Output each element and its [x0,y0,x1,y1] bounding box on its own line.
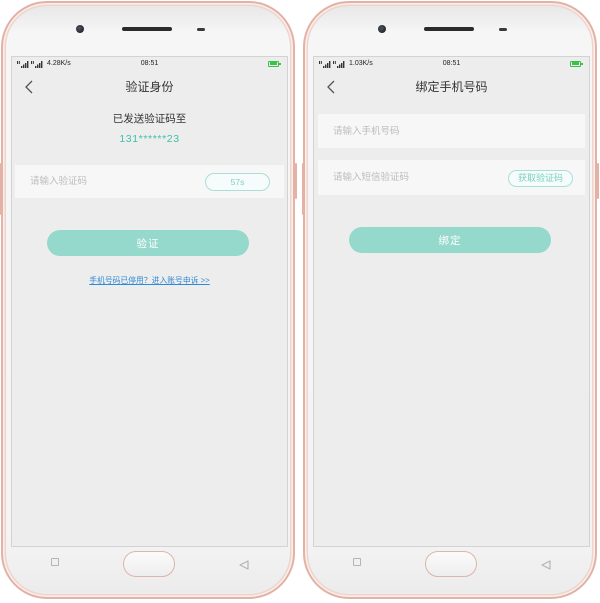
earpiece-speaker [424,27,474,31]
chevron-left-icon[interactable] [24,80,34,94]
nav-bar: 验证身份 [12,70,287,104]
network-speed: 1.03K/s [349,60,373,67]
sms-code-input[interactable] [333,160,493,195]
verification-code-row: 57s [15,165,284,198]
power-button [597,163,599,199]
signal-icon [319,60,347,68]
recent-apps-icon[interactable] [353,558,361,566]
masked-phone-number: 131******23 [119,133,180,145]
resend-countdown-button[interactable]: 57s [205,173,270,191]
earpiece-speaker [122,27,172,31]
battery-icon [268,60,281,67]
code-sent-label: 已发送验证码至 [112,113,187,125]
recent-apps-icon[interactable] [51,558,59,566]
chevron-left-icon[interactable] [326,80,336,94]
account-appeal-link[interactable]: 手机号码已停用？进入账号申诉 >> [89,276,209,285]
appeal-link-container: 手机号码已停用？进入账号申诉 >> [12,273,287,287]
phone-number-row [318,114,585,148]
verify-identity-screen: 4.28K/s 08:51 验证身份 已发送验证码至 131******23 5… [12,57,287,546]
verify-button[interactable]: 验证 [47,230,249,256]
status-bar: 4.28K/s 08:51 [12,57,287,70]
power-button [295,163,297,199]
battery-level [269,62,277,65]
network-speed: 4.28K/s [47,60,71,67]
sms-code-row: 获取验证码 [318,160,585,195]
signal-icon [17,60,45,68]
back-triangle-icon[interactable] [239,557,249,570]
phone-frame-right: 1.03K/s 08:51 绑定手机号码 获取验证码 绑定 [302,1,599,599]
nav-bar: 绑定手机号码 [314,70,589,104]
volume-buttons [0,163,2,215]
volume-buttons [302,163,304,215]
clock: 08:51 [140,60,159,67]
battery-level [571,62,579,65]
page-title: 绑定手机号码 [415,80,488,94]
back-triangle-icon[interactable] [541,557,551,570]
phone-number-input[interactable] [333,114,493,148]
bind-button[interactable]: 绑定 [349,227,551,253]
get-code-button[interactable]: 获取验证码 [508,170,573,187]
front-camera [76,25,84,33]
home-button[interactable] [425,551,477,577]
home-button[interactable] [123,551,175,577]
proximity-sensor [499,27,507,31]
battery-icon [570,60,583,67]
phone-frame-left: 4.28K/s 08:51 验证身份 已发送验证码至 131******23 5… [0,1,297,599]
front-camera [378,25,386,33]
proximity-sensor [197,27,205,31]
page-title: 验证身份 [125,80,174,94]
bind-phone-screen: 1.03K/s 08:51 绑定手机号码 获取验证码 绑定 [314,57,589,546]
verification-code-input[interactable] [30,165,190,198]
status-bar: 1.03K/s 08:51 [314,57,589,70]
clock: 08:51 [442,60,461,67]
